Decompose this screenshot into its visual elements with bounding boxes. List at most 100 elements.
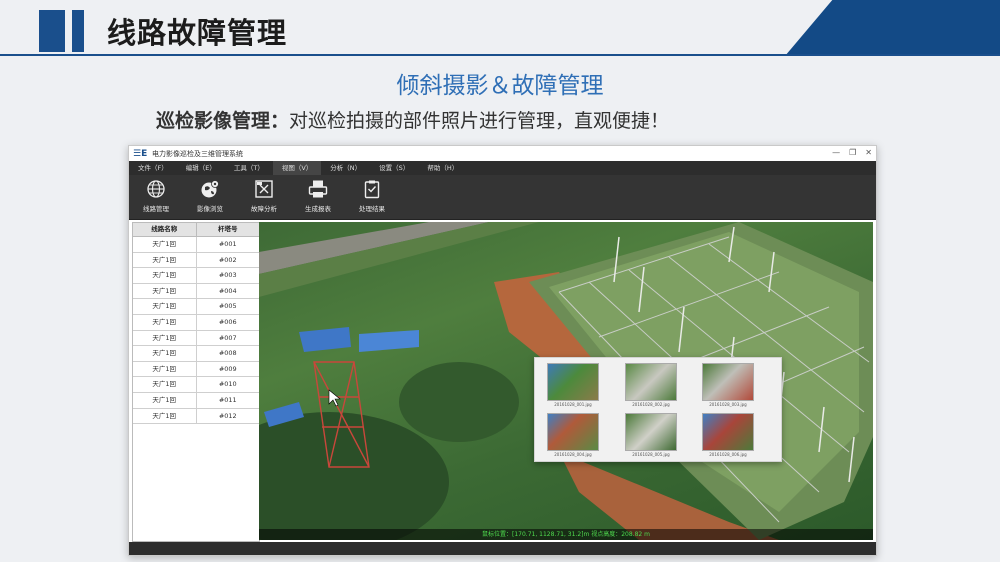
- thumbnail-caption: 20161028_003.jpg: [709, 402, 747, 407]
- generate-report-label: 生成报表: [305, 205, 331, 213]
- table-row[interactable]: 天广1回 #005: [133, 299, 259, 315]
- analysis-icon: [255, 180, 273, 198]
- table-row[interactable]: 天广1回 #003: [133, 268, 259, 284]
- thumbnail-image: [625, 363, 677, 401]
- minimize-button[interactable]: —: [832, 148, 840, 157]
- cell-tower-no: #001: [218, 240, 237, 248]
- tower-table: 线路名称 杆塔号 天广1回 #001 天广1回 #002 天广1回 #003 天广1回 #00…: [132, 222, 260, 542]
- cell-line-name: 天广1回: [133, 283, 197, 299]
- earth-pin-icon: [201, 180, 219, 198]
- header-divider: [0, 54, 1000, 56]
- menu-edit[interactable]: 编辑（E）: [177, 161, 225, 175]
- cell-tower-no: #005: [218, 302, 237, 311]
- generate-report-button[interactable]: 生成报表: [291, 175, 345, 219]
- menu-tools[interactable]: 工具（T）: [225, 161, 273, 175]
- 3d-scene-viewport[interactable]: 20161028_001.jpg 20161028_002.jpg 201610…: [259, 222, 873, 540]
- cell-line-name: 天广1回: [133, 252, 197, 268]
- cell-tower-no: #002: [218, 255, 237, 264]
- line-management-button[interactable]: 线路管理: [129, 175, 183, 219]
- globe-icon: [147, 180, 165, 198]
- image-browse-button[interactable]: 影像浏览: [183, 175, 237, 219]
- title-bar: ☰E 电力影像巡检及三维管理系统 — ❐ ✕: [129, 146, 876, 161]
- cell-tower-no: #008: [218, 349, 237, 358]
- thumbnail-image: [702, 363, 754, 401]
- workspace: 线路名称 杆塔号 天广1回 #001 天广1回 #002 天广1回 #003 天广1回 #00…: [129, 220, 876, 542]
- table-row[interactable]: 天广1回 #010: [133, 377, 259, 393]
- cell-tower-no: #012: [218, 411, 237, 420]
- fault-analysis-button[interactable]: 故障分析: [237, 175, 291, 219]
- table-body: 天广1回 #001 天广1回 #002 天广1回 #003 天广1回 #004 天广1回 #005…: [133, 237, 259, 425]
- cell-line-name: 天广1回: [133, 392, 197, 408]
- status-bar: [129, 542, 876, 555]
- table-row[interactable]: 天广1回 #006: [133, 314, 259, 331]
- thumbnail-item[interactable]: 20161028_004.jpg: [547, 413, 599, 459]
- cell-tower-no: #009: [218, 364, 237, 373]
- cell-line-name: 天广1回: [133, 268, 197, 283]
- thumbnail-item[interactable]: 20161028_005.jpg: [625, 413, 677, 459]
- menu-settings[interactable]: 设置（S）: [370, 161, 418, 175]
- thumbnail-image: [547, 363, 599, 401]
- menu-analysis[interactable]: 分析（N）: [321, 161, 370, 175]
- window-controls: — ❐ ✕: [832, 148, 872, 157]
- thumbnail-caption: 20161028_004.jpg: [554, 452, 592, 457]
- slide-description: 巡检影像管理：对巡检拍摄的部件照片进行管理，直观便捷！: [156, 106, 669, 133]
- thumbnail-item[interactable]: 20161028_002.jpg: [625, 363, 677, 409]
- thumbnail-image: [702, 413, 754, 451]
- thumbnail-image: [625, 413, 677, 451]
- table-header: 线路名称 杆塔号: [133, 223, 259, 237]
- thumbnail-item[interactable]: 20161028_003.jpg: [702, 363, 754, 409]
- cell-line-name: 天广1回: [133, 346, 197, 361]
- cell-tower-no: #007: [218, 333, 237, 342]
- cell-tower-no: #010: [218, 380, 237, 389]
- close-button[interactable]: ✕: [865, 148, 872, 157]
- cell-line-name: 天广1回: [133, 330, 197, 346]
- table-row[interactable]: 天广1回 #002: [133, 252, 259, 269]
- column-header-tower-no[interactable]: 杆塔号: [197, 223, 260, 236]
- header-corner-shape: [785, 0, 1000, 56]
- column-header-line-name[interactable]: 线路名称: [133, 223, 197, 236]
- cell-line-name: 天广1回: [133, 361, 197, 377]
- table-row[interactable]: 天广1回 #007: [133, 330, 259, 347]
- table-row[interactable]: 天广1回 #009: [133, 361, 259, 378]
- cell-tower-no: #011: [218, 395, 237, 404]
- description-lead: 巡检影像管理：: [156, 110, 290, 132]
- thumbnail-caption: 20161028_002.jpg: [632, 402, 670, 407]
- table-row[interactable]: 天广1回 #012: [133, 408, 259, 425]
- thumbnail-caption: 20161028_005.jpg: [632, 452, 670, 457]
- process-result-label: 处理结果: [359, 205, 385, 213]
- menu-view[interactable]: 视图（V）: [272, 161, 322, 175]
- table-row[interactable]: 天广1回 #001: [133, 237, 259, 253]
- app-window: ☰E 电力影像巡检及三维管理系统 — ❐ ✕ 文件（F） 编辑（E） 工具（T）…: [128, 145, 877, 556]
- header-accent-block: [39, 10, 65, 52]
- thumbnail-item[interactable]: 20161028_001.jpg: [547, 363, 599, 409]
- fault-analysis-label: 故障分析: [251, 205, 277, 213]
- cell-tower-no: #003: [218, 271, 237, 280]
- menu-file[interactable]: 文件（F）: [129, 161, 177, 175]
- maximize-button[interactable]: ❐: [849, 148, 856, 157]
- table-row[interactable]: 天广1回 #004: [133, 283, 259, 300]
- cell-line-name: 天广1回: [133, 408, 197, 424]
- cell-tower-no: #004: [218, 286, 237, 295]
- menu-bar: 文件（F） 编辑（E） 工具（T） 视图（V） 分析（N） 设置（S） 帮助（H…: [129, 161, 876, 175]
- toolbar: 线路管理 影像浏览 故障分析 生成报表 处理结果: [129, 175, 876, 220]
- thumbnail-caption: 20161028_001.jpg: [554, 402, 592, 407]
- thumbnail-image: [547, 413, 599, 451]
- slide-subtitle: 倾斜摄影＆故障管理: [396, 73, 604, 99]
- thumbnail-item[interactable]: 20161028_006.jpg: [702, 413, 754, 459]
- table-row[interactable]: 天广1回 #008: [133, 346, 259, 362]
- process-result-button[interactable]: 处理结果: [345, 175, 399, 219]
- cell-line-name: 天广1回: [133, 237, 197, 252]
- app-title: 电力影像巡检及三维管理系统: [152, 149, 243, 158]
- cell-line-name: 天广1回: [133, 314, 197, 330]
- header-accent-bar: [72, 10, 84, 52]
- app-logo-icon: ☰E: [133, 148, 148, 159]
- table-row[interactable]: 天广1回 #011: [133, 392, 259, 409]
- clipboard-icon: [364, 180, 380, 199]
- menu-help[interactable]: 帮助（H）: [418, 161, 467, 175]
- thumbnail-caption: 20161028_006.jpg: [709, 452, 747, 457]
- cell-line-name: 天广1回: [133, 299, 197, 314]
- cell-line-name: 天广1回: [133, 377, 197, 392]
- description-text: 对巡检拍摄的部件照片进行管理，直观便捷！: [289, 110, 670, 132]
- cell-tower-no: #006: [218, 317, 237, 326]
- coordinate-readout: 鼠标位置：[170.71, 1128.71, 31.2]m 视点高度：208.8…: [259, 529, 873, 540]
